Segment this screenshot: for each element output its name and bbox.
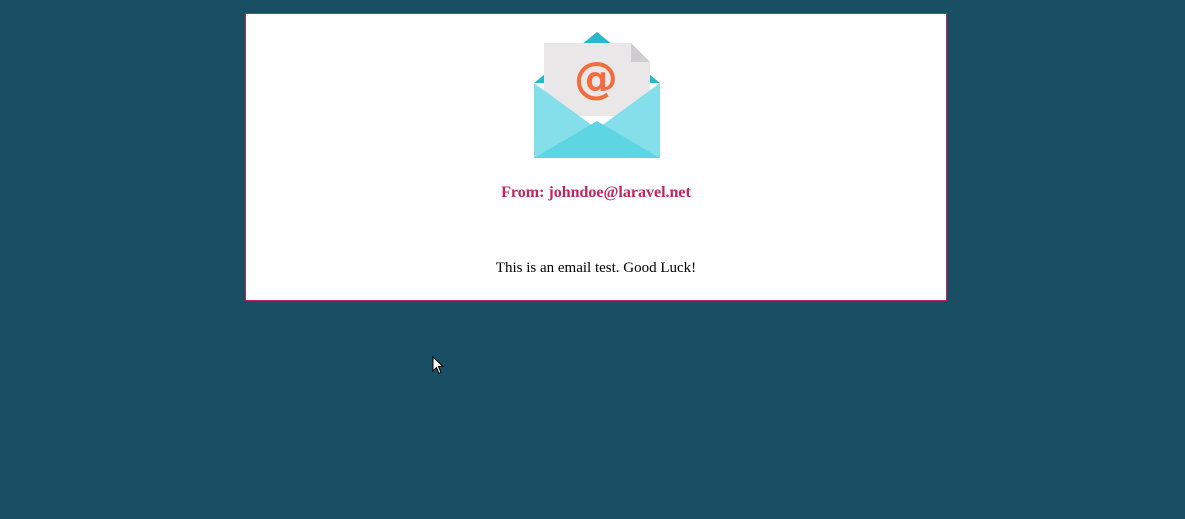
open-envelope-icon: @	[534, 32, 660, 158]
email-sender: From: johndoe@laravel.net	[246, 184, 946, 202]
sender-prefix: From:	[501, 184, 549, 201]
at-symbol-icon: @	[574, 53, 618, 104]
sender-address: johndoe@laravel.net	[548, 184, 691, 201]
email-message: This is an email test. Good Luck!	[495, 260, 697, 276]
mouse-cursor-icon	[432, 356, 444, 375]
email-card: @ From: johndoe@laravel.net This is an e…	[245, 13, 947, 301]
svg-text:@: @	[574, 53, 618, 104]
